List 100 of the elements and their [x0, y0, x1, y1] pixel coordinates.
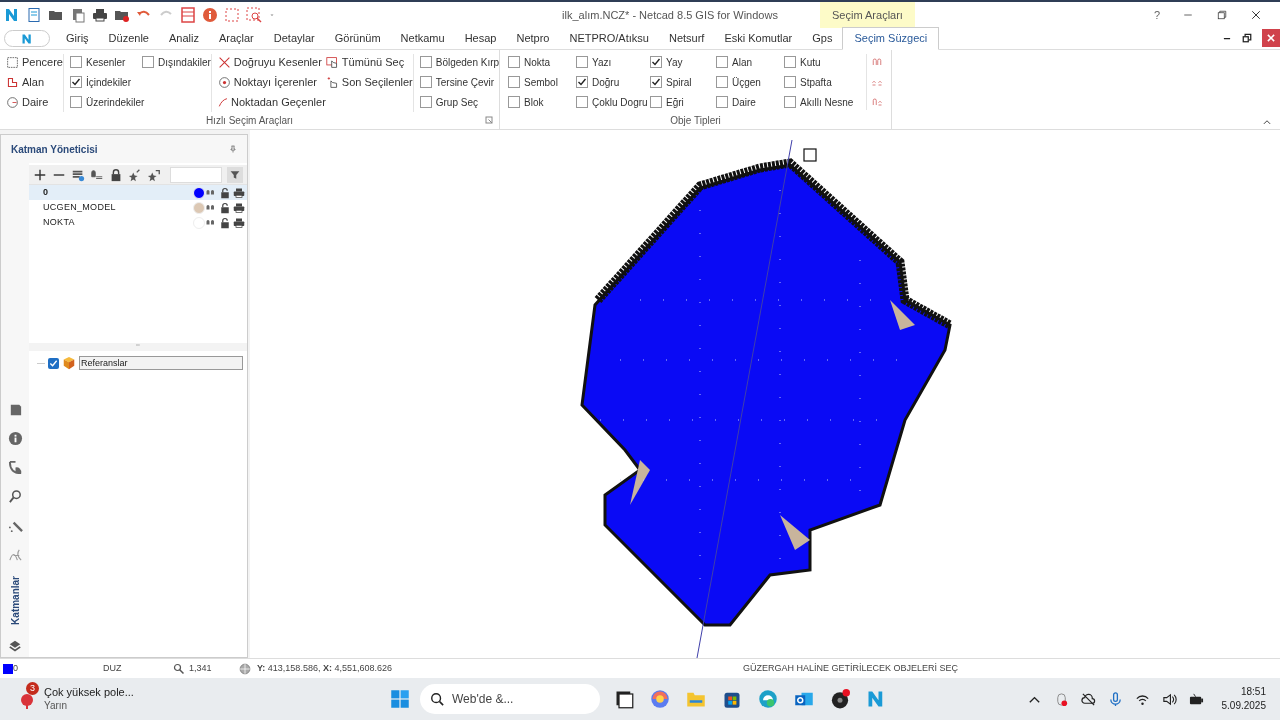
- ribbon-tab[interactable]: Detaylar: [263, 27, 325, 49]
- checkbox-label[interactable]: Blok: [524, 94, 544, 110]
- close-button[interactable]: [1262, 29, 1280, 47]
- checkbox-label[interactable]: Bölgeden Kırp: [435, 54, 500, 70]
- checkbox[interactable]: [70, 56, 82, 68]
- microphone-icon[interactable]: [1107, 691, 1123, 707]
- checkbox-label[interactable]: Üçgen: [732, 74, 761, 90]
- checkbox[interactable]: [142, 56, 154, 68]
- visibility-icon[interactable]: [90, 167, 104, 182]
- checkbox-label[interactable]: Çoklu Dogru: [592, 94, 648, 110]
- layer-row[interactable]: NOKTA: [29, 215, 247, 230]
- text-style-icon[interactable]: [7, 547, 23, 563]
- ribbon-tab[interactable]: Netkamu: [390, 27, 455, 49]
- star-icon[interactable]: [128, 167, 142, 182]
- lock-icon[interactable]: [219, 216, 231, 229]
- checkbox[interactable]: [576, 76, 588, 88]
- info-icon[interactable]: [202, 7, 218, 23]
- print-icon[interactable]: [233, 216, 245, 229]
- reference-label[interactable]: Referanslar: [79, 356, 243, 370]
- ribbon-tab[interactable]: Araçlar: [208, 27, 264, 49]
- clock-time[interactable]: 18:51: [1240, 685, 1266, 699]
- checkbox[interactable]: [576, 56, 588, 68]
- checkbox[interactable]: [70, 76, 82, 88]
- checkbox[interactable]: [508, 56, 520, 68]
- tool-button[interactable]: Doğruyu Kesenler: [217, 54, 326, 70]
- properties-icon[interactable]: [180, 7, 196, 23]
- tool-button[interactable]: Pencere: [6, 54, 63, 70]
- checkbox[interactable]: [508, 76, 520, 88]
- ribbon-tab[interactable]: Görünüm: [324, 27, 391, 49]
- tool-button[interactable]: Tümünü Seç: [325, 54, 413, 70]
- ribbon-tab[interactable]: Seçim Süzgeci: [842, 27, 940, 50]
- checkbox-label[interactable]: Doğru: [592, 74, 620, 90]
- checkbox-label[interactable]: Akıllı Nesne: [800, 94, 854, 110]
- tool-button[interactable]: Noktadan Geçenler: [217, 94, 326, 110]
- taskbar-search-field[interactable]: Web'de &...: [420, 684, 600, 714]
- filter-field[interactable]: [170, 166, 222, 183]
- tool-button[interactable]: Daire: [6, 94, 63, 110]
- checkbox-label[interactable]: Yay: [666, 54, 683, 70]
- checkbox-label[interactable]: Tersine Çevir: [435, 74, 495, 90]
- checkbox[interactable]: [650, 76, 662, 88]
- checkbox-label[interactable]: İçindekiler: [86, 74, 131, 90]
- lock-icon[interactable]: [219, 186, 231, 199]
- ribbon-tab[interactable]: Gps: [802, 27, 843, 49]
- layer-row[interactable]: UCGEN_MODEL: [29, 200, 247, 215]
- checkbox-label[interactable]: Alan: [732, 54, 752, 70]
- app-logo-icon[interactable]: [4, 7, 20, 23]
- checkbox-label[interactable]: Eğri: [666, 94, 684, 110]
- weather-title[interactable]: Çok yüksek pole...: [44, 686, 134, 699]
- pin-icon[interactable]: [229, 144, 237, 154]
- close-icon[interactable]: [1250, 9, 1262, 21]
- tool-button[interactable]: Son Seçilenler: [325, 74, 413, 90]
- checkbox[interactable]: [70, 96, 82, 108]
- checkbox[interactable]: [784, 96, 796, 108]
- tool-button[interactable]: Alan: [6, 74, 63, 90]
- lock-icon[interactable]: [109, 167, 123, 182]
- ribbon-tab[interactable]: Giriş: [56, 27, 99, 49]
- collapse-icon[interactable]: [1262, 117, 1272, 127]
- checkbox[interactable]: [419, 56, 432, 68]
- print-icon[interactable]: [233, 201, 245, 214]
- checkbox[interactable]: [716, 96, 728, 108]
- checkbox-label[interactable]: Sembol: [524, 74, 558, 90]
- checkbox[interactable]: [716, 76, 728, 88]
- checkbox[interactable]: [650, 56, 662, 68]
- checkbox-label[interactable]: Spiral: [666, 74, 692, 90]
- curve-tool-icon[interactable]: [7, 460, 23, 476]
- star-icon[interactable]: [147, 167, 161, 182]
- lock-icon[interactable]: [219, 201, 231, 214]
- clock-date[interactable]: 5.09.2025: [1221, 699, 1266, 713]
- ribbon-tab[interactable]: Eski Komutlar: [714, 27, 803, 49]
- checkbox-label[interactable]: Kesenler: [86, 54, 126, 70]
- checkbox-label[interactable]: Stpafta: [800, 74, 832, 90]
- recorder-icon[interactable]: [830, 689, 850, 709]
- checkbox[interactable]: [716, 56, 728, 68]
- search-icon[interactable]: [7, 489, 23, 505]
- tool-button[interactable]: Noktayı İçerenler: [217, 74, 326, 90]
- task-view-icon[interactable]: [614, 689, 634, 709]
- checkbox-label[interactable]: Daire: [732, 94, 756, 110]
- restore-icon[interactable]: [1242, 33, 1252, 43]
- filter-button[interactable]: [227, 166, 243, 183]
- ribbon-tab[interactable]: Netsurf: [658, 27, 715, 49]
- checkbox[interactable]: [508, 96, 520, 108]
- checkbox-label[interactable]: Kutu: [800, 54, 821, 70]
- help-button[interactable]: ?: [1153, 6, 1160, 24]
- ribbon-tab[interactable]: NETPRO/Atıksu: [559, 27, 659, 49]
- ribbon-tab[interactable]: Analiz: [158, 27, 209, 49]
- browser-icon[interactable]: [758, 689, 778, 709]
- info-icon[interactable]: [7, 431, 23, 447]
- new-file-icon[interactable]: [26, 7, 42, 23]
- checkbox[interactable]: [650, 96, 662, 108]
- battery-icon[interactable]: [1188, 691, 1204, 707]
- checkbox[interactable]: [419, 96, 432, 108]
- add-icon[interactable]: [33, 167, 47, 182]
- dialog-launcher-icon[interactable]: [485, 116, 493, 124]
- save-icon[interactable]: [70, 7, 86, 23]
- checkbox-label[interactable]: Dışındakiler: [158, 54, 211, 70]
- print-icon[interactable]: [233, 186, 245, 199]
- checkbox-label[interactable]: Nokta: [524, 54, 551, 70]
- cloud-off-icon[interactable]: [1080, 691, 1096, 707]
- checkbox[interactable]: [48, 357, 59, 369]
- checkbox[interactable]: [784, 76, 796, 88]
